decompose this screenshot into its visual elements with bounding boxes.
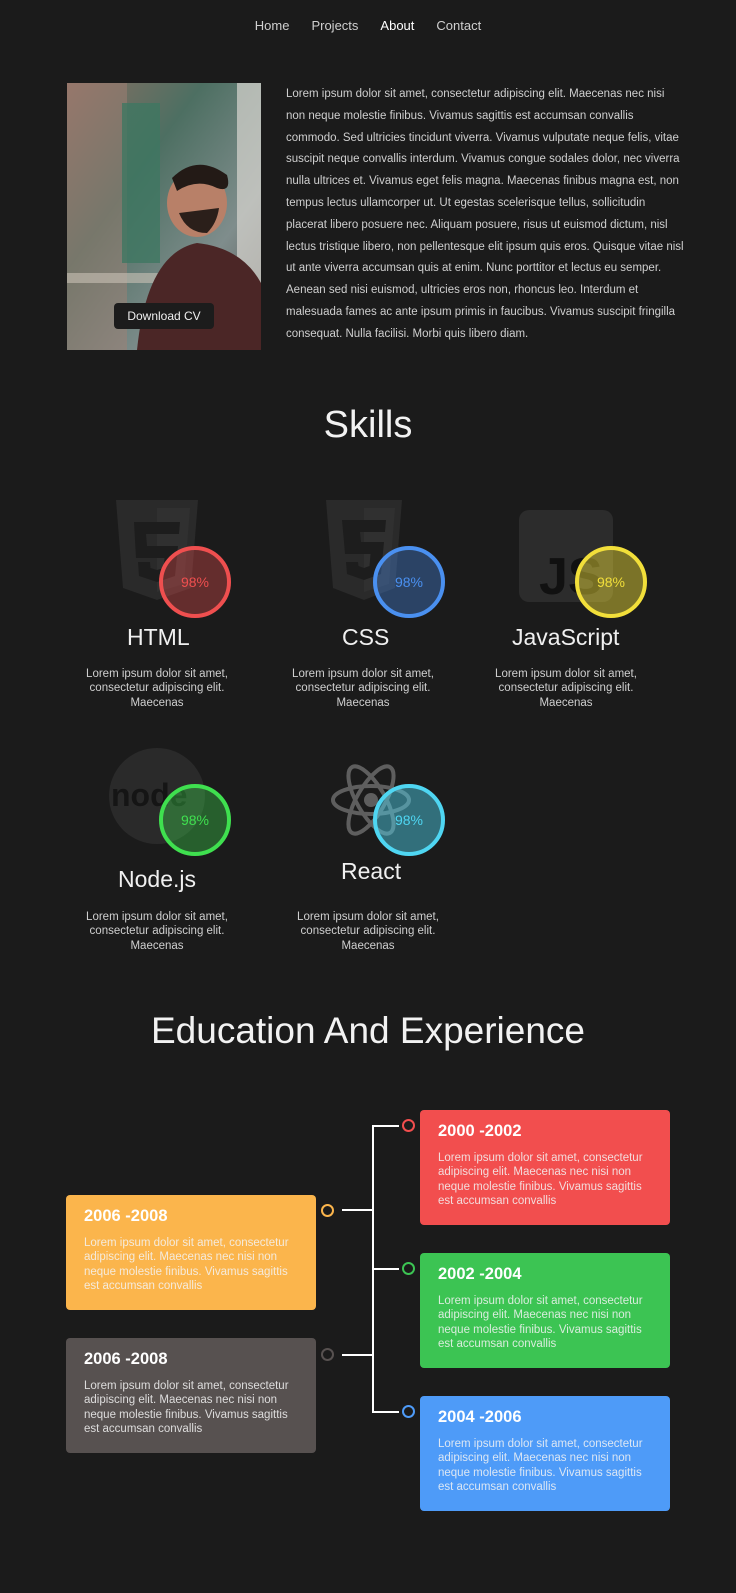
skill-description: Lorem ipsum dolor sit amet, consectetur …	[86, 668, 228, 709]
skill-description: Lorem ipsum dolor sit amet, consectetur …	[297, 911, 439, 952]
timeline-connector	[372, 1125, 399, 1127]
timeline-text: Lorem ipsum dolor sit amet, consectetur …	[438, 1152, 643, 1208]
timeline-text: Lorem ipsum dolor sit amet, consectetur …	[438, 1438, 643, 1494]
timeline-card: 2006 -2008 Lorem ipsum dolor sit amet, c…	[66, 1338, 316, 1453]
nav-projects-link[interactable]: Projects	[311, 18, 358, 33]
timeline-card: 2006 -2008 Lorem ipsum dolor sit amet, c…	[66, 1195, 316, 1310]
profile-photo: Download CV	[67, 83, 261, 350]
skill-name: JavaScript	[512, 624, 620, 650]
timeline-text: Lorem ipsum dolor sit amet, consectetur …	[84, 1380, 289, 1436]
timeline-connector	[372, 1411, 399, 1413]
skill-description: Lorem ipsum dolor sit amet, consectetur …	[495, 668, 637, 709]
skill-percent-badge: 98%	[159, 546, 231, 618]
timeline-connector	[372, 1268, 399, 1270]
timeline-years: 2004 -2006	[438, 1408, 522, 1426]
timeline-card: 2004 -2006 Lorem ipsum dolor sit amet, c…	[420, 1396, 670, 1511]
skill-name: Node.js	[118, 866, 196, 892]
timeline-dot	[321, 1348, 334, 1361]
skill-description: Lorem ipsum dolor sit amet, consectetur …	[86, 911, 228, 952]
timeline-card: 2002 -2004 Lorem ipsum dolor sit amet, c…	[420, 1253, 670, 1368]
skill-card-css: 98% CSS Lorem ipsum dolor sit amet, cons…	[288, 500, 468, 710]
skill-percent-badge: 98%	[159, 784, 231, 856]
skill-card-html: 98% HTML Lorem ipsum dolor sit amet, con…	[82, 500, 262, 710]
timeline-dot	[402, 1405, 415, 1418]
skill-description: Lorem ipsum dolor sit amet, consectetur …	[292, 668, 434, 709]
education-title: Education And Experience	[150, 1010, 586, 1051]
timeline-card: 2000 -2002 Lorem ipsum dolor sit amet, c…	[420, 1110, 670, 1225]
timeline-dot	[321, 1204, 334, 1217]
skills-title: Skills	[323, 404, 413, 446]
skill-card-nodejs: node 98% Node.js Lorem ipsum dolor sit a…	[82, 746, 262, 956]
skill-name: CSS	[342, 624, 390, 650]
skill-card-javascript: JS 98% JavaScript Lorem ipsum dolor sit …	[491, 500, 671, 710]
download-cv-button[interactable]: Download CV	[114, 303, 214, 329]
skill-name: HTML	[127, 624, 190, 650]
timeline-connector	[342, 1209, 373, 1211]
nav-contact-link[interactable]: Contact	[436, 18, 481, 33]
timeline-dot	[402, 1262, 415, 1275]
nav-home-link[interactable]: Home	[255, 18, 290, 33]
intro-text: Lorem ipsum dolor sit amet, consectetur …	[286, 88, 684, 340]
timeline-years: 2002 -2004	[438, 1265, 522, 1283]
skill-percent-badge: 98%	[373, 546, 445, 618]
timeline-text: Lorem ipsum dolor sit amet, consectetur …	[438, 1295, 643, 1351]
nav-about-link[interactable]: About	[380, 18, 414, 33]
skill-card-react: 98% React Lorem ipsum dolor sit amet, co…	[293, 746, 473, 956]
top-nav: Home Projects About Contact	[0, 18, 736, 33]
timeline-dot	[402, 1119, 415, 1132]
skill-percent-badge: 98%	[373, 784, 445, 856]
timeline-text: Lorem ipsum dolor sit amet, consectetur …	[84, 1237, 289, 1293]
skill-name: React	[341, 858, 402, 884]
timeline-years: 2006 -2008	[84, 1350, 168, 1368]
timeline-years: 2006 -2008	[84, 1207, 168, 1225]
timeline-years: 2000 -2002	[438, 1122, 522, 1140]
timeline-connector	[342, 1354, 373, 1356]
skill-percent-badge: 98%	[575, 546, 647, 618]
